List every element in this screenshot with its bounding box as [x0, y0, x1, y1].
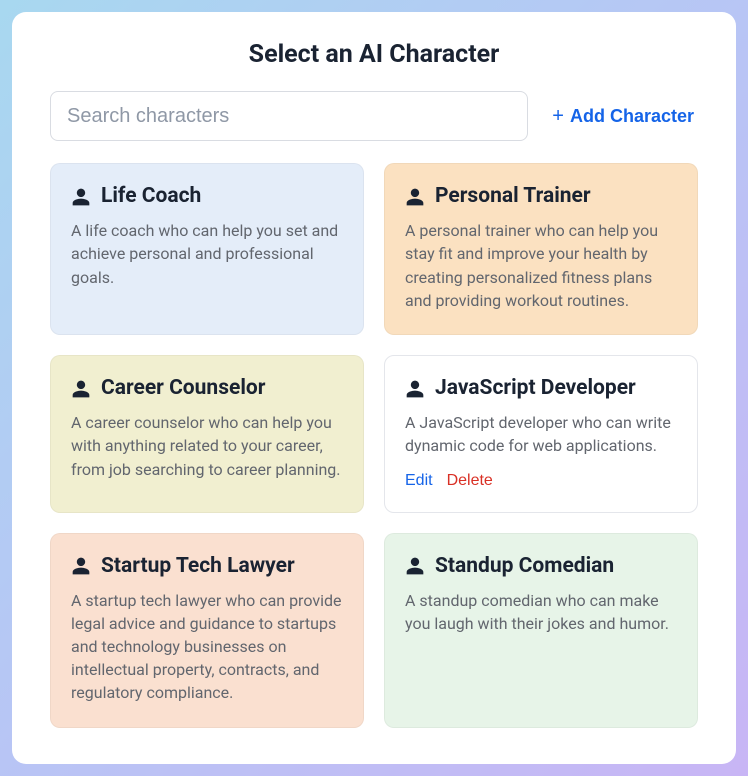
delete-button[interactable]: Delete — [447, 472, 493, 490]
card-title: JavaScript Developer — [435, 376, 636, 401]
search-input[interactable] — [50, 91, 528, 141]
character-card[interactable]: Personal Trainer A personal trainer who … — [384, 163, 698, 335]
card-title: Career Counselor — [101, 376, 265, 401]
card-description: A startup tech lawyer who can provide le… — [71, 589, 343, 705]
user-icon — [405, 379, 425, 399]
card-description: A standup comedian who can make you laug… — [405, 589, 677, 635]
card-header: JavaScript Developer — [405, 376, 677, 401]
add-character-label: Add Character — [570, 106, 694, 127]
card-title: Life Coach — [101, 184, 201, 209]
user-icon — [71, 556, 91, 576]
card-header: Personal Trainer — [405, 184, 677, 209]
character-select-modal: Select an AI Character + Add Character L… — [12, 12, 736, 764]
add-character-button[interactable]: + Add Character — [548, 98, 698, 135]
character-card[interactable]: Career Counselor A career counselor who … — [50, 355, 364, 513]
character-card[interactable]: Startup Tech Lawyer A startup tech lawye… — [50, 533, 364, 728]
card-title: Standup Comedian — [435, 554, 614, 579]
character-card[interactable]: JavaScript Developer A JavaScript develo… — [384, 355, 698, 513]
card-title: Startup Tech Lawyer — [101, 554, 295, 579]
user-icon — [405, 187, 425, 207]
card-header: Standup Comedian — [405, 554, 677, 579]
character-card[interactable]: Standup Comedian A standup comedian who … — [384, 533, 698, 728]
card-header: Career Counselor — [71, 376, 343, 401]
card-description: A life coach who can help you set and ac… — [71, 219, 343, 289]
user-icon — [405, 556, 425, 576]
card-description: A JavaScript developer who can write dyn… — [405, 411, 677, 457]
toolbar: + Add Character — [50, 91, 698, 141]
card-header: Startup Tech Lawyer — [71, 554, 343, 579]
card-actions: Edit Delete — [405, 472, 677, 490]
plus-icon: + — [552, 106, 564, 126]
character-card[interactable]: Life Coach A life coach who can help you… — [50, 163, 364, 335]
card-description: A career counselor who can help you with… — [71, 411, 343, 481]
card-description: A personal trainer who can help you stay… — [405, 219, 677, 312]
edit-button[interactable]: Edit — [405, 472, 433, 490]
card-header: Life Coach — [71, 184, 343, 209]
user-icon — [71, 379, 91, 399]
user-icon — [71, 187, 91, 207]
modal-title: Select an AI Character — [50, 40, 698, 69]
character-grid: Life Coach A life coach who can help you… — [50, 163, 698, 728]
card-title: Personal Trainer — [435, 184, 591, 209]
